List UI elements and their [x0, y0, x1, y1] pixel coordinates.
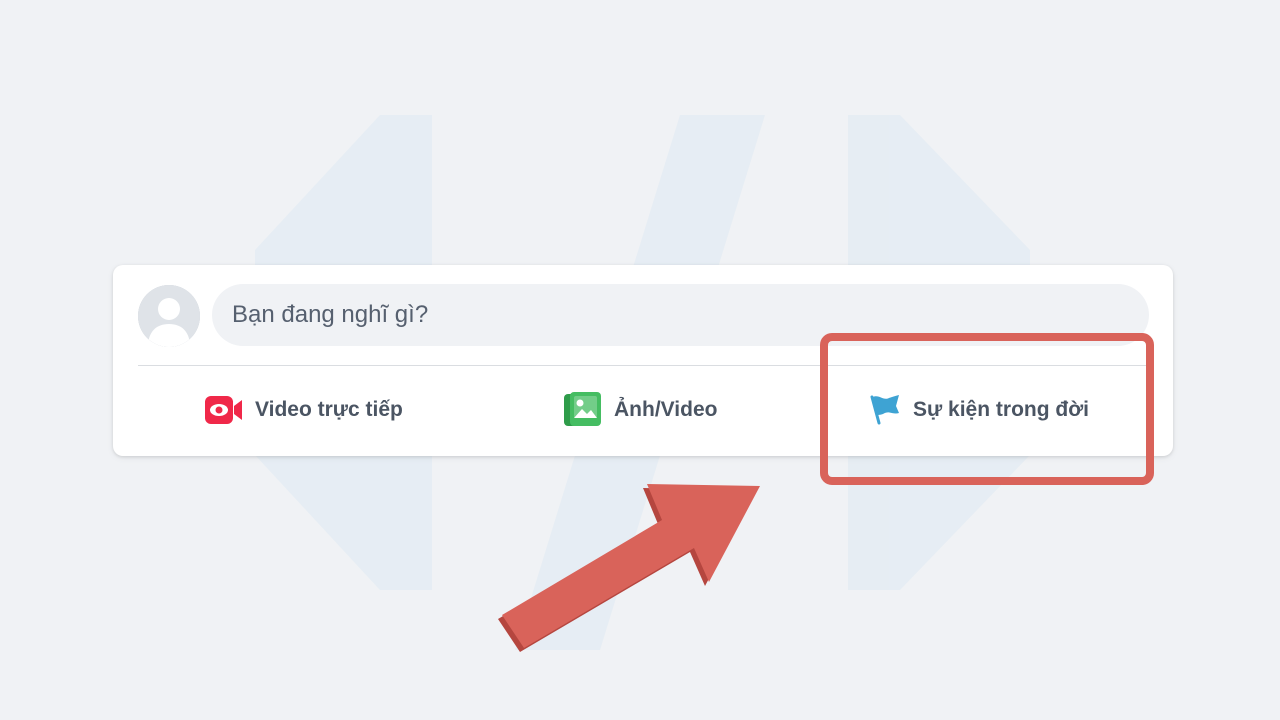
live-video-button[interactable]: Video trực tiếp	[205, 385, 403, 435]
life-event-button[interactable]: Sự kiện trong đời	[869, 385, 1089, 435]
composer-divider	[138, 365, 1148, 366]
prompt-placeholder-text: Bạn đang nghĩ gì?	[232, 301, 429, 328]
post-composer-card: Bạn đang nghĩ gì? Video trực tiếp Ảnh/Vi…	[113, 265, 1173, 456]
photo-video-button[interactable]: Ảnh/Video	[564, 385, 717, 435]
live-video-icon	[205, 395, 243, 425]
screenshot-stage: Bạn đang nghĩ gì? Video trực tiếp Ảnh/Vi…	[0, 0, 1280, 720]
user-avatar[interactable]	[138, 285, 200, 347]
live-video-label: Video trực tiếp	[255, 398, 403, 421]
default-user-avatar-icon	[138, 285, 200, 347]
photo-video-label: Ảnh/Video	[614, 398, 718, 421]
photo-video-icon	[564, 392, 602, 428]
whats-on-your-mind-input[interactable]: Bạn đang nghĩ gì?	[212, 284, 1149, 346]
life-event-flag-icon	[869, 393, 901, 427]
life-event-label: Sự kiện trong đời	[913, 398, 1089, 421]
